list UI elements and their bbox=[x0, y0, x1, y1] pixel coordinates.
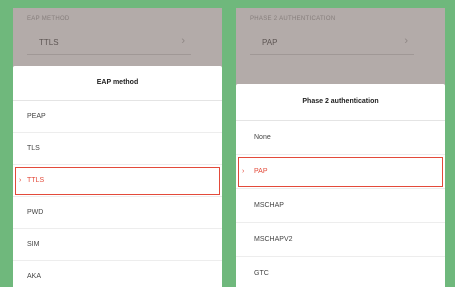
option-label: PAP bbox=[254, 168, 268, 175]
phase2-auth-options: None › PAP MSCHAP MSCHAPV2 GTC bbox=[236, 121, 445, 287]
option-label: AKA bbox=[27, 273, 42, 280]
option-label: PEAP bbox=[27, 113, 46, 120]
option-item[interactable]: None bbox=[236, 121, 445, 155]
option-item[interactable]: PEAP bbox=[13, 101, 222, 133]
option-item[interactable]: › TTLS bbox=[13, 165, 222, 197]
phase2-auth-screen: PHASE 2 AUTHENTICATION PAP › Phase 2 aut… bbox=[236, 8, 445, 287]
option-item[interactable]: MSCHAP bbox=[236, 189, 445, 223]
option-label: GTC bbox=[254, 270, 269, 277]
phase2-auth-dialog: Phase 2 authentication None › PAP MSCHAP MSC… bbox=[236, 84, 445, 287]
option-item[interactable]: TLS bbox=[13, 133, 222, 165]
dialog-title: Phase 2 authentication bbox=[236, 84, 445, 121]
option-label: MSCHAPV2 bbox=[254, 236, 293, 243]
option-item[interactable]: PWD bbox=[13, 197, 222, 229]
radio-selected-icon: › bbox=[19, 177, 22, 184]
option-label: MSCHAP bbox=[254, 202, 284, 209]
option-item[interactable]: SIM bbox=[13, 229, 222, 261]
radio-selected-icon: › bbox=[242, 168, 245, 175]
option-item[interactable]: MSCHAPV2 bbox=[236, 223, 445, 257]
eap-method-screen: EAP METHOD TTLS › EAP method PEAP TLS › TTL… bbox=[13, 8, 222, 287]
eap-method-dialog: EAP method PEAP TLS › TTLS PWD SIM AKA bbox=[13, 66, 222, 287]
option-label: TLS bbox=[27, 145, 40, 152]
option-item[interactable]: AKA bbox=[13, 261, 222, 287]
option-label: None bbox=[254, 134, 271, 141]
option-label: TTLS bbox=[27, 177, 45, 184]
option-item[interactable]: GTC bbox=[236, 257, 445, 287]
dialog-title: EAP method bbox=[13, 66, 222, 101]
option-label: SIM bbox=[27, 241, 40, 248]
option-item[interactable]: › PAP bbox=[236, 155, 445, 189]
option-label: PWD bbox=[27, 209, 44, 216]
eap-method-options: PEAP TLS › TTLS PWD SIM AKA bbox=[13, 101, 222, 287]
